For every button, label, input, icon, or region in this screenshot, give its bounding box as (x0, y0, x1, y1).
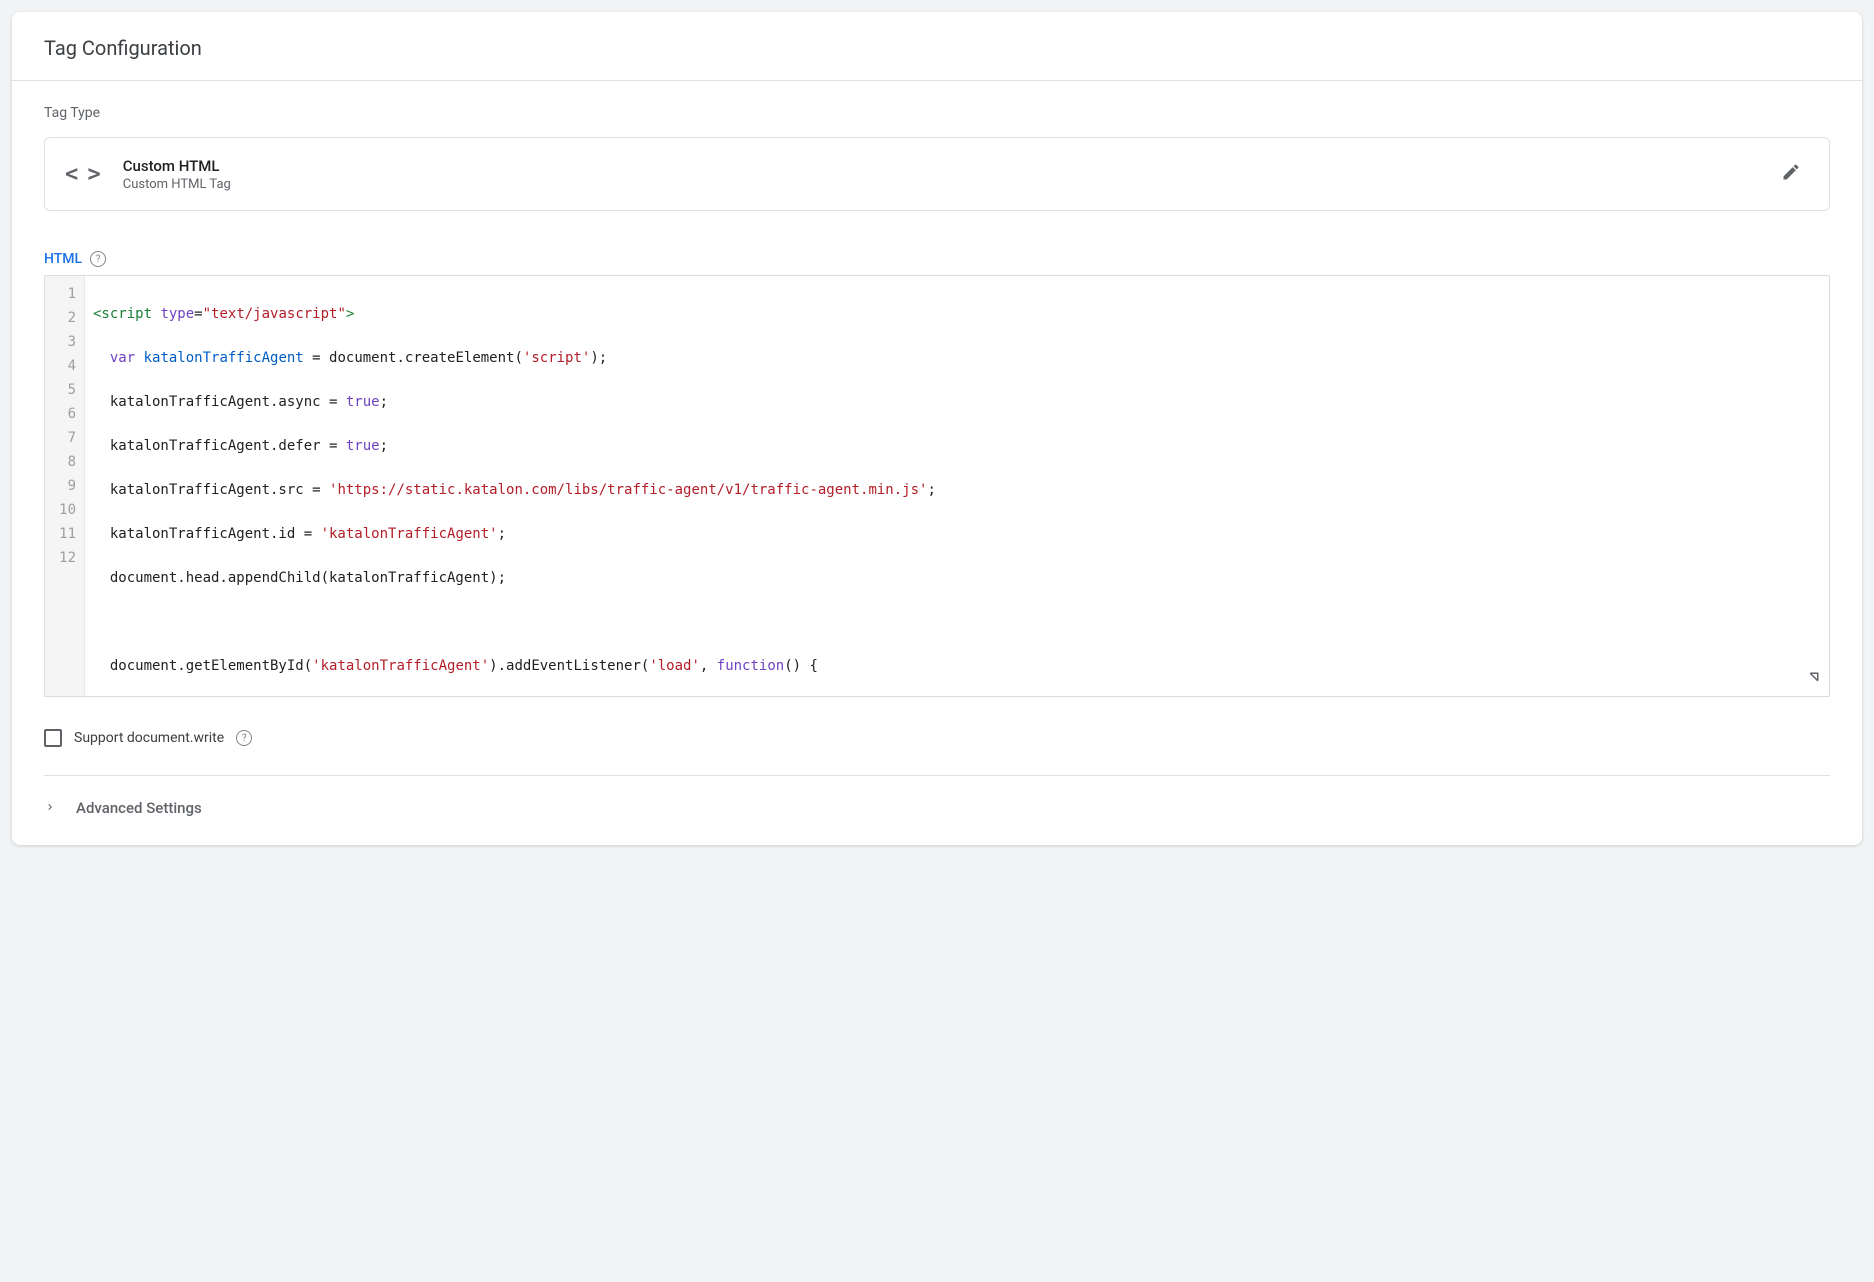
tag-type-title: Custom HTML (123, 157, 1749, 175)
code-icon: < > (65, 162, 99, 187)
code-area[interactable]: <script type="text/javascript"> var kata… (85, 276, 1829, 696)
document-write-checkbox[interactable] (44, 729, 62, 747)
editor-label-row: HTML ? (44, 251, 1830, 267)
html-label: HTML (44, 251, 82, 267)
resize-handle-icon[interactable] (1805, 668, 1823, 690)
support-document-write-row: Support document.write ? (44, 729, 1830, 776)
html-editor[interactable]: 123456789101112 <script type="text/javas… (44, 275, 1830, 697)
help-icon[interactable]: ? (236, 730, 252, 746)
advanced-settings-label: Advanced Settings (76, 799, 202, 817)
pencil-icon (1781, 162, 1801, 182)
advanced-settings-toggle[interactable]: Advanced Settings (44, 776, 1830, 845)
tag-type-text: Custom HTML Custom HTML Tag (123, 157, 1749, 192)
chevron-right-icon (44, 798, 56, 817)
tag-type-subtitle: Custom HTML Tag (123, 177, 1749, 192)
tag-configuration-card: Tag Configuration Tag Type < > Custom HT… (12, 12, 1862, 845)
card-header: Tag Configuration (12, 12, 1862, 81)
tag-type-selector[interactable]: < > Custom HTML Custom HTML Tag (44, 137, 1830, 211)
edit-button[interactable] (1773, 154, 1809, 194)
tag-type-label: Tag Type (44, 105, 1830, 121)
help-icon[interactable]: ? (90, 251, 106, 267)
page-title: Tag Configuration (44, 36, 1830, 60)
document-write-label: Support document.write (74, 730, 224, 746)
card-body: Tag Type < > Custom HTML Custom HTML Tag… (12, 81, 1862, 845)
line-number-gutter: 123456789101112 (45, 276, 85, 696)
